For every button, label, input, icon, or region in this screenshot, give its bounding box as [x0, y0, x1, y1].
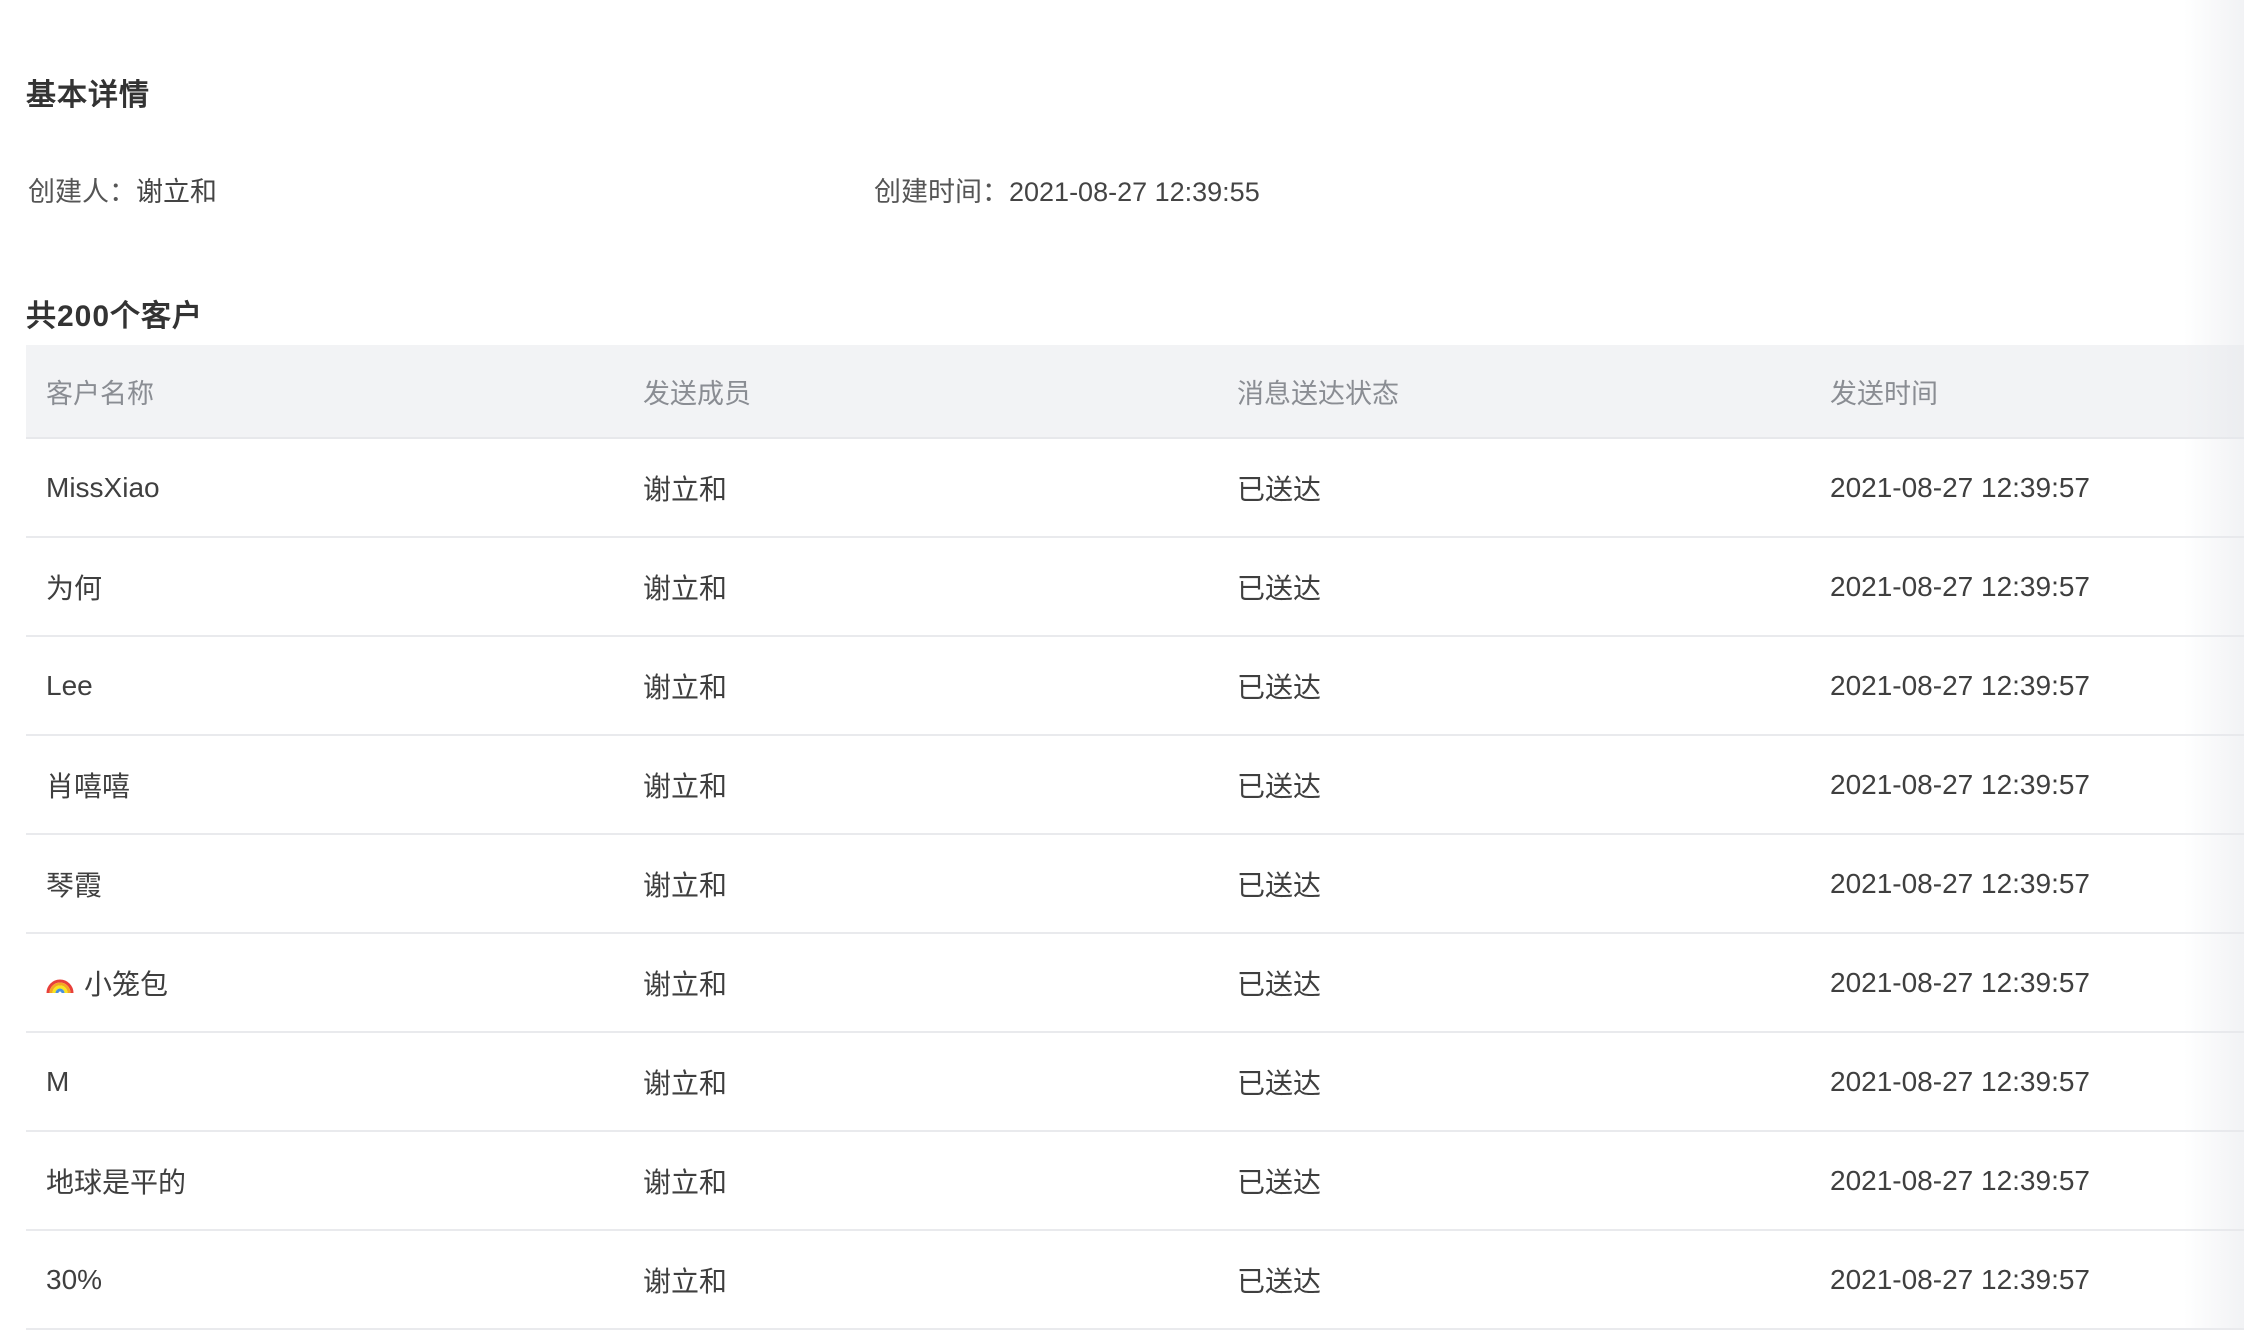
table-row: 琴霞 谢立和 已送达 2021-08-27 12:39:57: [26, 835, 2244, 934]
table-row: M 谢立和 已送达 2021-08-27 12:39:57: [26, 1033, 2244, 1132]
customer-name-cell: 琴霞: [46, 869, 103, 901]
send-time-cell: 2021-08-27 12:39:57: [1830, 867, 2090, 899]
created-time-value: 2021-08-27 12:39:55: [1009, 177, 1260, 207]
send-time-cell: 2021-08-27 12:39:57: [1830, 669, 2090, 701]
creator-value: 谢立和: [136, 177, 217, 207]
send-time-cell: 2021-08-27 12:39:57: [1830, 768, 2090, 800]
customer-name-cell: Lee: [46, 669, 93, 701]
sender-cell: 谢立和: [643, 770, 728, 802]
table-row: 30% 谢立和 已送达 2021-08-27 12:39:57: [26, 1231, 2244, 1330]
status-cell: 已送达: [1237, 1067, 1322, 1099]
sender-cell: 谢立和: [643, 1265, 728, 1297]
send-time-cell: 2021-08-27 12:39:57: [1830, 570, 2090, 602]
sender-cell: 谢立和: [643, 1067, 728, 1099]
status-cell: 已送达: [1237, 671, 1322, 703]
task-detail-page: 基本详情 创建人：谢立和 创建时间：2021-08-27 12:39:55 共2…: [0, 0, 2244, 1330]
sender-cell: 谢立和: [643, 869, 728, 901]
sender-cell: 谢立和: [643, 1166, 728, 1198]
customer-name-cell: 小笼包: [46, 934, 168, 1031]
customer-name-cell: 地球是平的: [46, 1166, 187, 1198]
creator-field: 创建人：谢立和: [28, 170, 217, 209]
customer-name-cell: M: [46, 1065, 70, 1097]
customer-name-cell: 30%: [46, 1263, 103, 1295]
column-header-send-time: 发送时间: [1830, 378, 1938, 409]
status-cell: 已送达: [1237, 1166, 1322, 1198]
table-row: 地球是平的 谢立和 已送达 2021-08-27 12:39:57: [26, 1132, 2244, 1231]
table-row: Lee 谢立和 已送达 2021-08-27 12:39:57: [26, 637, 2244, 736]
basic-meta-row: 创建人：谢立和 创建时间：2021-08-27 12:39:55: [28, 170, 2218, 210]
table-header: 客户名称 发送成员 消息送达状态 发送时间: [26, 345, 2244, 439]
sender-cell: 谢立和: [643, 572, 728, 604]
send-time-cell: 2021-08-27 12:39:57: [1830, 1263, 2090, 1295]
creator-label: 创建人：: [28, 177, 136, 207]
column-header-delivery-status: 消息送达状态: [1237, 378, 1399, 409]
created-time-label: 创建时间：: [874, 177, 1009, 207]
basic-details-title: 基本详情: [26, 79, 150, 112]
customer-count-title: 共200个客户: [26, 300, 204, 333]
send-time-cell: 2021-08-27 12:39:57: [1830, 471, 2090, 503]
table-row: MissXiao 谢立和 已送达 2021-08-27 12:39:57: [26, 439, 2244, 538]
send-time-cell: 2021-08-27 12:39:57: [1830, 966, 2090, 998]
table-row: 为何 谢立和 已送达 2021-08-27 12:39:57: [26, 538, 2244, 637]
right-edge-shadow: [2184, 0, 2244, 1328]
created-time-field: 创建时间：2021-08-27 12:39:55: [874, 170, 1260, 209]
customer-name-cell: MissXiao: [46, 471, 160, 503]
send-time-cell: 2021-08-27 12:39:57: [1830, 1164, 2090, 1196]
status-cell: 已送达: [1237, 968, 1322, 1000]
column-header-sender: 发送成员: [643, 378, 751, 409]
status-cell: 已送达: [1237, 770, 1322, 802]
sender-cell: 谢立和: [643, 968, 728, 1000]
status-cell: 已送达: [1237, 473, 1322, 505]
customer-table: 客户名称 发送成员 消息送达状态 发送时间 MissXiao 谢立和 已送达 2…: [26, 345, 2244, 1330]
customer-name-cell: 为何: [46, 572, 103, 604]
sender-cell: 谢立和: [643, 671, 728, 703]
send-time-cell: 2021-08-27 12:39:57: [1830, 1065, 2090, 1097]
column-header-customer-name: 客户名称: [46, 378, 154, 409]
status-cell: 已送达: [1237, 572, 1322, 604]
sender-cell: 谢立和: [643, 473, 728, 505]
rainbow-icon: [46, 979, 74, 993]
table-row: 肖嘻嘻 谢立和 已送达 2021-08-27 12:39:57: [26, 736, 2244, 835]
status-cell: 已送达: [1237, 1265, 1322, 1297]
table-row: 小笼包 谢立和 已送达 2021-08-27 12:39:57: [26, 934, 2244, 1033]
customer-name-cell: 肖嘻嘻: [46, 770, 131, 802]
status-cell: 已送达: [1237, 869, 1322, 901]
customer-name-text: 小笼包: [84, 968, 169, 1000]
